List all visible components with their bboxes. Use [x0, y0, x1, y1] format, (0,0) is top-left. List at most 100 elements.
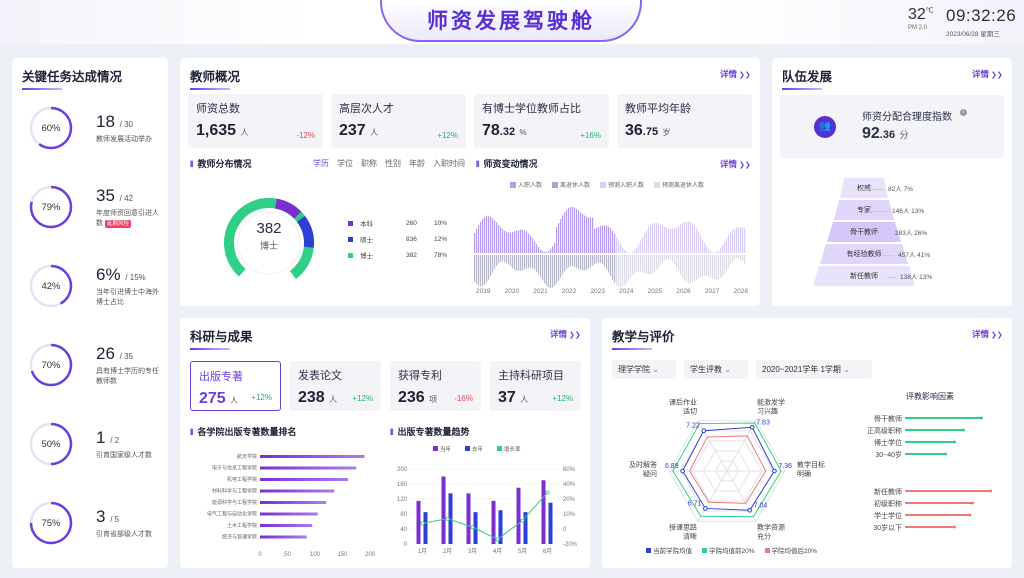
radar-axis-label: 习兴趣 [757, 407, 778, 416]
risk-badge: 延期风险 [104, 219, 131, 228]
inflow-bar [642, 236, 644, 253]
research-stat[interactable]: 出版专著 275 人 +12% [190, 361, 281, 411]
stat-box[interactable]: 师资总数 1,635 人 -12% [188, 94, 323, 148]
inflow-bar [682, 223, 684, 253]
kpi-row[interactable]: 79% 35 / 42 年度师资回意引进人数 延期风险 [28, 184, 162, 230]
outflow-bar [512, 255, 514, 269]
dist-tab[interactable]: 职称 [361, 158, 377, 169]
inflow-bar [730, 232, 732, 253]
outflow-bar [702, 255, 704, 277]
rank-tick-label: 0 [258, 552, 262, 558]
outflow-bar [652, 255, 654, 274]
inflow-bar [694, 225, 696, 253]
outflow-bar [538, 255, 540, 275]
stat-box[interactable]: 有博士学位教师占比 78.32 % +16% [474, 94, 609, 148]
x-tick-label: 1月 [418, 548, 427, 555]
outflow-bar [680, 255, 682, 275]
inflow-bar [686, 221, 688, 253]
outflow-bar [658, 255, 660, 268]
inflow-bar [626, 251, 628, 253]
change-detail-link[interactable]: 详情 [720, 158, 751, 170]
detail-link[interactable]: 详情 [720, 68, 751, 80]
info-icon[interactable]: i [960, 109, 967, 116]
outflow-bar [608, 255, 610, 273]
dist-tab[interactable]: 年龄 [409, 158, 425, 169]
legend-swatch [348, 252, 353, 258]
ring-percent: 79% [41, 201, 61, 213]
factor-label: 新任教师 [874, 487, 902, 496]
inflow-bar [646, 229, 648, 253]
research-detail-link[interactable]: 详情 [550, 328, 581, 340]
kpi-row[interactable]: 60% 18 / 30 教师发展活动举办 [28, 105, 162, 151]
teaching-detail-link[interactable]: 详情 [972, 328, 1003, 340]
kpi-desc: 引育国家级人才数 [96, 451, 152, 459]
time: 09:32:26 [946, 6, 1017, 25]
research-stat[interactable]: 主持科研项目 37 人 +12% [490, 361, 581, 411]
eval-select[interactable]: 学生评教 [684, 360, 748, 379]
inflow-bar [518, 230, 520, 253]
dist-tab[interactable]: 性别 [385, 158, 401, 169]
x-tick-label: 2月 [443, 548, 452, 555]
term-select[interactable]: 2020~2021学年 1学期 [756, 360, 872, 379]
inflow-bar [540, 249, 542, 253]
radar-value-label: 7.36 [778, 463, 792, 470]
outflow-bar [486, 255, 488, 283]
radar-legend-item: 学院均值后20% [764, 545, 817, 555]
kpi-row[interactable]: 50% 1 / 2 引育国家级人才数 [28, 421, 162, 467]
inflow-bar [550, 248, 552, 253]
outflow-bar [676, 255, 678, 268]
dist-tabs: 学历 学位 职称 性别 年龄 入职时间 [313, 158, 465, 169]
outflow-bar [620, 255, 622, 287]
outflow-bar [522, 255, 524, 271]
inflow-bar [588, 217, 590, 253]
team-detail-link[interactable]: 详情 [972, 68, 1003, 80]
outflow-bar [696, 255, 698, 280]
outflow-bar [498, 255, 500, 264]
kpi-desc: 教师发展活动举办 [96, 135, 152, 143]
index-value: 92.36 分 [862, 125, 909, 142]
factor-label: 骨干教师 [874, 414, 902, 423]
inflow-bar [706, 246, 708, 253]
outflow-bar [490, 255, 492, 277]
inflow-bar [644, 233, 646, 253]
dist-tab[interactable]: 学历 [313, 158, 329, 169]
dist-tab[interactable]: 入职时间 [433, 158, 465, 169]
research-stat[interactable]: 发表论文 238 人 +12% [290, 361, 381, 411]
research-stat[interactable]: 获得专利 236 项 -16% [390, 361, 481, 411]
change-legend: 入职人数 离退休人数 预测入职人数 预测离退休人数 [510, 180, 704, 189]
factor-bar-end [968, 513, 972, 517]
outflow-bar [588, 255, 590, 269]
inflow-bar [722, 244, 724, 253]
ring-percent: 60% [41, 122, 61, 134]
outflow-bar [616, 255, 618, 286]
outflow-bar [650, 255, 652, 274]
inflow-bar [590, 217, 592, 253]
outflow-bar [484, 255, 486, 285]
outflow-bar [520, 255, 522, 271]
stat-box[interactable]: 教师平均年龄 36.75 岁 [617, 94, 752, 148]
inflow-bar [680, 224, 682, 253]
outflow-bar [572, 255, 574, 267]
outflow-bar [632, 255, 634, 276]
team-dev-card: 队伍发展 详情 👥 师资分配合理度指数 i 92.36 分 权威专家骨干教师有经… [772, 58, 1012, 306]
dist-tab[interactable]: 学位 [337, 158, 353, 169]
radar-axis-label: 授课思路 [669, 522, 697, 531]
rank-category-label: 土木工程学院 [227, 522, 257, 529]
bar-current [516, 487, 521, 544]
rank-category-label: 电气工程与自动化学院 [207, 511, 257, 518]
stat-box[interactable]: 高层次人才 237 人 +12% [331, 94, 466, 148]
outflow-bar [570, 255, 572, 267]
stat-change: +12% [552, 394, 573, 403]
college-select[interactable]: 理学学院 [612, 360, 676, 379]
kpi-row[interactable]: 75% 3 / 5 引育省部级人才数 [28, 500, 162, 546]
trend-subtitle: 出版专著数量趋势 [390, 425, 470, 438]
inflow-bar [534, 241, 536, 253]
index-box: 👥 师资分配合理度指数 i 92.36 分 [780, 95, 1004, 158]
outflow-bar [706, 255, 708, 276]
outflow-bar [504, 255, 506, 262]
kpi-row[interactable]: 70% 26 / 35 具有博士学历的专任教师数 [28, 342, 162, 388]
legend-swatch [348, 236, 353, 242]
x-tick-label: 3月 [468, 548, 477, 555]
kpi-row[interactable]: 42% 6% / 15% 当年引进博士中海外博士占比 [28, 263, 162, 309]
radar-axis [726, 470, 757, 522]
